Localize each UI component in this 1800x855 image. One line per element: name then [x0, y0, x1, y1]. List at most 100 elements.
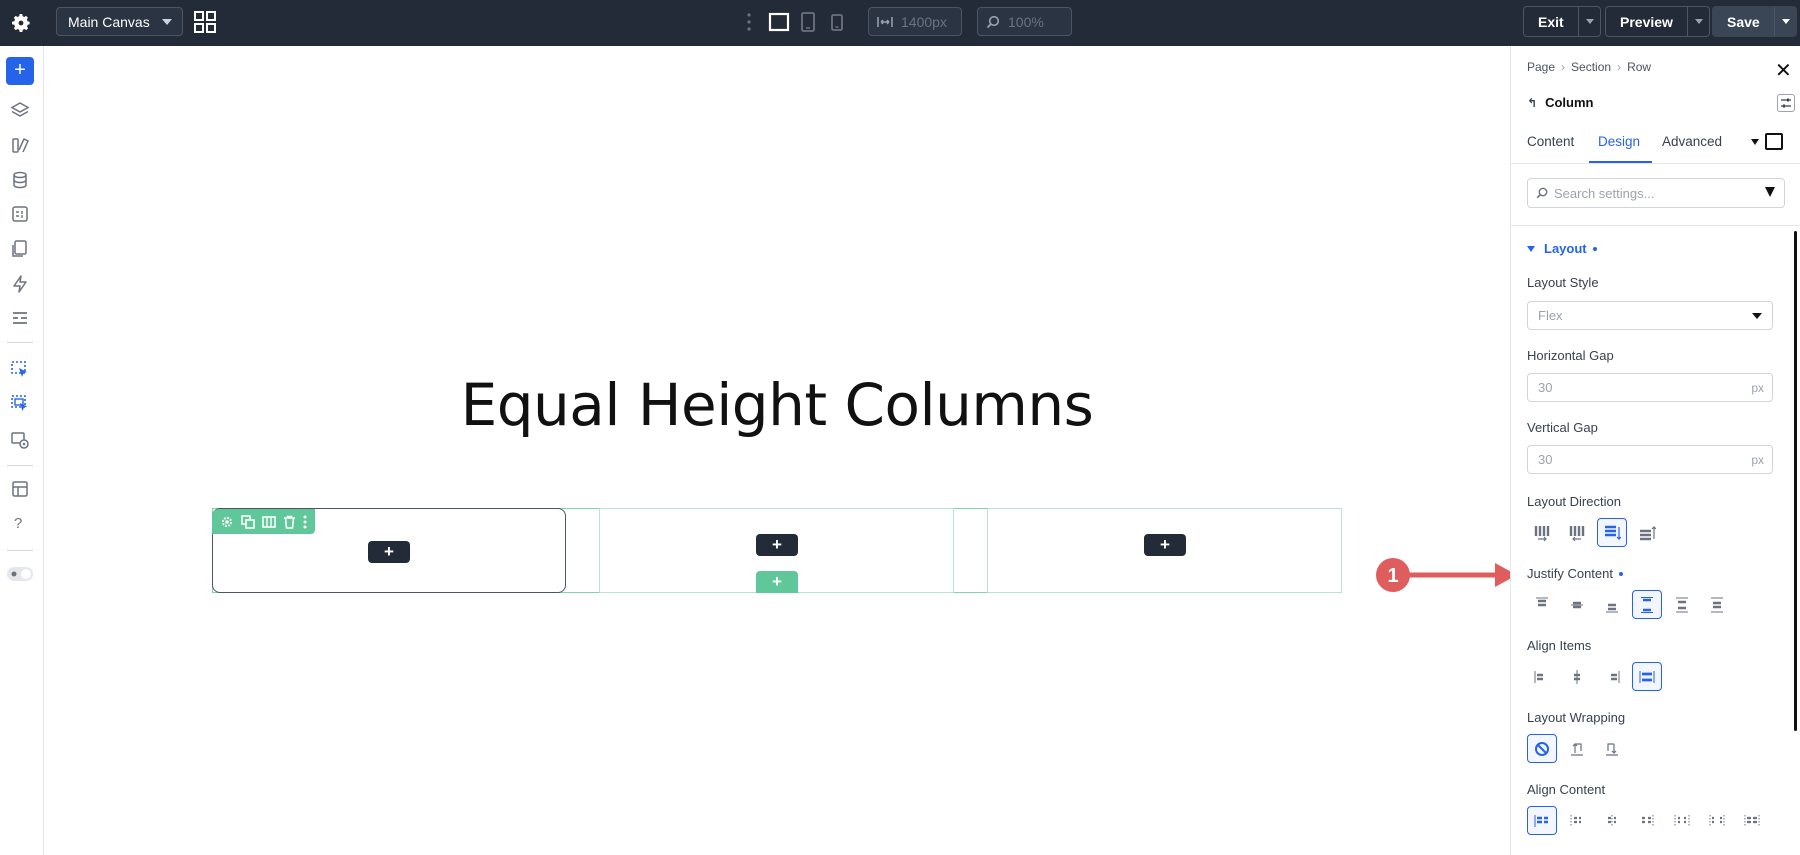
justify-space-evenly-icon[interactable] [1702, 590, 1732, 619]
pages-icon[interactable] [10, 239, 30, 259]
duplicate-icon[interactable] [241, 514, 255, 529]
align-content-space-around-icon[interactable] [1667, 806, 1697, 835]
layout-section-toggle[interactable]: Layout [1527, 241, 1597, 256]
phone-view-icon[interactable] [830, 11, 844, 33]
select-element-icon[interactable] [10, 360, 30, 380]
panel-tabs: Content Design Advanced [1511, 124, 1800, 164]
justify-start-icon[interactable] [1527, 590, 1557, 619]
multi-select-icon[interactable] [10, 394, 30, 414]
direction-row-icon[interactable] [1527, 518, 1557, 547]
align-start-icon[interactable] [1527, 662, 1557, 691]
add-module-button[interactable]: + [368, 541, 410, 563]
canvas-width-field[interactable]: 1400px [868, 7, 962, 36]
presets-icon[interactable] [1777, 94, 1795, 112]
justify-space-between-icon[interactable] [1632, 590, 1662, 619]
canvas-width-value: 1400px [901, 13, 947, 30]
align-content-label: Align Content [1527, 782, 1606, 797]
grid-layout-icon[interactable] [193, 10, 217, 34]
add-element-button[interactable]: + [6, 57, 34, 85]
modified-indicator-dot [1592, 246, 1597, 251]
align-content-center-icon[interactable] [1562, 806, 1592, 835]
page-heading[interactable]: Equal Height Columns [44, 371, 1510, 439]
justify-content-options [1527, 590, 1737, 619]
justify-end-icon[interactable] [1597, 590, 1627, 619]
sliders-icon [1781, 98, 1791, 108]
layout-wrapping-options [1527, 734, 1632, 763]
more-vertical-icon[interactable] [303, 515, 307, 529]
direction-row-reverse-icon[interactable] [1562, 518, 1592, 547]
view-modes-icon[interactable] [10, 430, 30, 450]
zoom-value: 100% [1008, 13, 1044, 30]
preview-dropdown-caret-icon[interactable] [1686, 7, 1709, 36]
canvas-selector[interactable]: Main Canvas [56, 7, 183, 36]
settings-gear-icon[interactable] [9, 11, 33, 35]
exit-dropdown-caret-icon[interactable] [1577, 7, 1600, 36]
unit-label: px [1751, 453, 1764, 467]
more-vertical-icon[interactable] [745, 12, 753, 32]
trash-icon[interactable] [283, 515, 296, 529]
horizontal-gap-input[interactable]: 30 px [1527, 373, 1773, 402]
direction-column-icon[interactable] [1597, 518, 1627, 547]
add-module-button[interactable]: + [756, 534, 798, 556]
chevron-down-icon [162, 19, 172, 25]
expand-panel-icon[interactable] [1765, 133, 1783, 150]
align-content-space-between-icon[interactable] [1632, 806, 1662, 835]
layouts-icon[interactable] [10, 479, 30, 499]
settings-search-input[interactable]: Search settings... [1527, 178, 1785, 208]
tab-content[interactable]: Content [1527, 134, 1574, 149]
align-content-start-icon[interactable] [1527, 806, 1557, 835]
add-module-button[interactable]: + [1144, 534, 1186, 556]
wrap-reverse-icon[interactable] [1597, 734, 1627, 763]
exit-label: Exit [1538, 13, 1564, 30]
align-content-stretch-icon[interactable] [1737, 806, 1767, 835]
align-stretch-icon[interactable] [1632, 662, 1662, 691]
tab-design[interactable]: Design [1598, 134, 1640, 149]
active-tab-indicator [1589, 161, 1652, 163]
modified-indicator-dot [1619, 571, 1623, 576]
sidebar-divider [7, 465, 33, 466]
breadcrumb-row[interactable]: Row [1627, 60, 1651, 74]
left-sidebar: + ? [0, 46, 44, 855]
align-center-icon[interactable] [1562, 662, 1592, 691]
tab-advanced[interactable]: Advanced [1662, 134, 1722, 149]
desktop-view-icon[interactable] [768, 11, 790, 33]
global-variables-icon[interactable] [10, 204, 30, 224]
theme-toggle[interactable] [7, 567, 33, 581]
breadcrumb-section[interactable]: Section [1571, 60, 1611, 74]
design-library-icon[interactable] [10, 135, 30, 155]
breadcrumb-page[interactable]: Page [1527, 60, 1555, 74]
align-content-end-icon[interactable] [1597, 806, 1627, 835]
panel-scrollbar[interactable] [1794, 231, 1797, 731]
lightning-icon[interactable] [10, 274, 30, 294]
justify-content-label-text: Justify Content [1527, 566, 1613, 581]
direction-column-reverse-icon[interactable] [1632, 518, 1662, 547]
filter-icon[interactable] [1765, 187, 1775, 197]
justify-center-icon[interactable] [1562, 590, 1592, 619]
wireframe-icon[interactable] [10, 308, 30, 328]
back-arrow-icon[interactable]: ↰ [1527, 96, 1537, 110]
column-settings-icon[interactable] [220, 515, 234, 529]
layout-style-select[interactable]: Flex [1527, 301, 1773, 330]
align-end-icon[interactable] [1597, 662, 1627, 691]
columns-structure-icon[interactable] [262, 515, 276, 529]
tablet-view-icon[interactable] [800, 11, 816, 33]
help-icon[interactable]: ? [14, 515, 22, 532]
breadcrumb: Page › Section › Row [1527, 60, 1651, 74]
layers-icon[interactable] [10, 100, 30, 120]
module-title-text: Column [1545, 95, 1594, 110]
no-wrap-icon[interactable] [1527, 734, 1557, 763]
wrap-icon[interactable] [1562, 734, 1592, 763]
zoom-field[interactable]: 100% [977, 7, 1072, 36]
vertical-gap-input[interactable]: 30 px [1527, 445, 1773, 474]
preview-button[interactable]: Preview [1605, 6, 1710, 37]
justify-space-around-icon[interactable] [1667, 590, 1697, 619]
chevron-down-icon[interactable] [1751, 139, 1759, 145]
close-icon[interactable]: ✕ [1775, 58, 1792, 83]
add-row-button[interactable]: + [756, 571, 798, 593]
database-icon[interactable] [10, 170, 30, 190]
save-button[interactable]: Save [1712, 6, 1797, 37]
align-content-space-evenly-icon[interactable] [1702, 806, 1732, 835]
exit-button[interactable]: Exit [1523, 6, 1601, 37]
save-dropdown-caret-icon[interactable] [1773, 7, 1796, 36]
align-content-options [1527, 806, 1772, 835]
